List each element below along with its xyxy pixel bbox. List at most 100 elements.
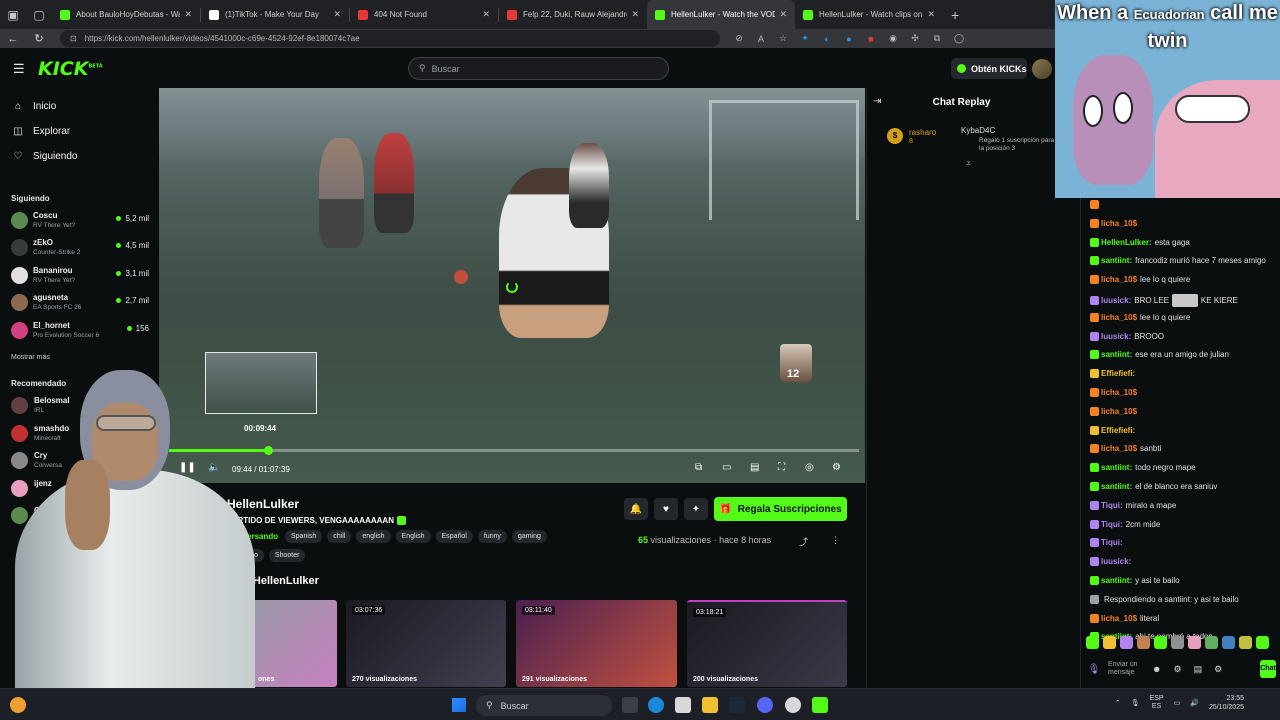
kick-app-icon[interactable] — [812, 697, 828, 713]
sidebar-item-siguiendo[interactable]: ♡ Siguiendo — [11, 151, 78, 162]
vod-card[interactable]: 03:11:40 291 visualizaciones — [516, 600, 677, 687]
settings-gear-icon[interactable]: ⚙ — [1214, 664, 1222, 675]
video-player[interactable]: 00:09:44 12 ❚❚ 🔈 09:44 / 01:07:39 ⧉ ▭ ▤ … — [159, 88, 865, 483]
show-more-link[interactable]: Mostrar más — [11, 354, 50, 361]
windows-start-icon[interactable] — [452, 698, 466, 712]
followed-channel[interactable]: Bananirou RV There Yet? 3,1 mil — [11, 264, 151, 288]
read-aloud-icon[interactable]: A — [750, 34, 772, 44]
fullscreen-icon[interactable]: ⛶ — [778, 462, 785, 473]
tab-list-icon[interactable]: ▢ — [26, 0, 52, 29]
close-tab-icon[interactable]: ✕ — [779, 9, 787, 20]
tag[interactable]: English — [395, 530, 431, 543]
emote-icon[interactable] — [1137, 636, 1150, 649]
chat-username[interactable]: santiint: — [1101, 482, 1132, 491]
share-icon[interactable]: ⤴ — [799, 535, 808, 548]
emote-icon[interactable] — [1188, 636, 1201, 649]
network-icon[interactable]: ▭ — [1174, 699, 1181, 707]
chat-username[interactable]: luusick: — [1101, 557, 1131, 566]
send-chat-button[interactable]: Chat — [1260, 660, 1276, 678]
chat-username[interactable]: santiint: — [1101, 463, 1132, 472]
emote-icon[interactable] — [1171, 636, 1184, 649]
emoji-icon[interactable]: ☻ — [1152, 664, 1161, 674]
file-explorer-icon[interactable] — [702, 697, 718, 713]
chat-username[interactable]: licha_10$ — [1101, 275, 1137, 284]
tag[interactable]: english — [356, 530, 391, 543]
close-tab-icon[interactable]: ✕ — [333, 9, 341, 20]
vod-card[interactable]: 03:07:36 270 visualizaciones — [346, 600, 506, 687]
more-options-icon[interactable]: ⋮ — [831, 535, 840, 546]
browser-tab[interactable]: 404 Not Found ✕ — [350, 0, 498, 29]
site-info-icon[interactable]: ⊡ — [70, 34, 77, 43]
input-language[interactable]: ESP ES — [1150, 695, 1164, 711]
chat-username[interactable]: licha_10$ — [1101, 388, 1137, 397]
expand-pinned-icon[interactable]: ⩡ — [966, 158, 971, 169]
task-view-icon[interactable] — [622, 697, 638, 713]
tag[interactable]: Shooter — [268, 549, 306, 562]
browser-tab[interactable]: HellenLulker - Watch clips on Ki ✕ — [795, 0, 943, 29]
close-tab-icon[interactable]: ✕ — [482, 9, 490, 20]
chat-username[interactable]: Tiqui: — [1101, 520, 1123, 529]
quality-icon[interactable]: ◎ — [805, 462, 814, 473]
followed-channel[interactable]: agusneta EA Sports FC 26 2,7 mil — [11, 291, 151, 315]
close-tab-icon[interactable]: ✕ — [927, 9, 935, 20]
browser-menu-icon[interactable]: ▣ — [0, 0, 26, 29]
chat-username[interactable]: licha_10$ — [1101, 407, 1137, 416]
chat-username[interactable]: santiint: — [1101, 256, 1132, 265]
profile-icon[interactable]: ◯ — [948, 33, 970, 44]
show-hidden-icons-icon[interactable]: ⌃ — [1115, 699, 1121, 707]
store-icon[interactable] — [675, 697, 691, 713]
chat-username[interactable]: HellenLulker: — [1101, 238, 1152, 247]
steam-icon[interactable] — [729, 697, 745, 713]
edge-browser-icon[interactable] — [648, 697, 664, 713]
collections-icon[interactable]: ⧉ — [926, 33, 948, 44]
followed-channel[interactable]: zEkO Counter-Strike 2 4,5 mil — [11, 236, 151, 260]
weather-icon[interactable] — [10, 697, 26, 713]
sidebar-item-explorar[interactable]: ◫ Explorar — [11, 126, 70, 137]
volume-tray-icon[interactable]: 🔊 — [1190, 699, 1199, 707]
settings-gear-icon[interactable]: ⚙ — [832, 462, 841, 473]
browser-tab[interactable]: Felp 22, Duki, Rauw Alejandro - S ✕ — [499, 0, 647, 29]
kick-logo[interactable]: KICKBETA — [38, 58, 103, 80]
search-input[interactable]: ⚲ Buscar — [408, 57, 669, 80]
follow-heart-button[interactable]: ♥ — [654, 498, 678, 520]
gift-subscriptions-button[interactable]: 🎁 Regala Suscripciones — [714, 497, 847, 521]
emote-icon[interactable] — [1239, 636, 1252, 649]
tag[interactable]: gaming — [511, 530, 547, 543]
clock[interactable]: 23:55 25/10/2025 — [1209, 694, 1244, 712]
emote-icon[interactable] — [1205, 636, 1218, 649]
chat-username[interactable]: luusick: — [1101, 296, 1131, 305]
chat-input[interactable]: 🎙 Enviar un mensaje ☻ ⚙ ▤ ⚙ Chat — [1086, 656, 1276, 682]
chat-username[interactable]: licha_10$ — [1101, 219, 1137, 228]
followed-channel[interactable]: El_hornet Pro Evolution Soccer 6 156 — [11, 319, 151, 343]
close-tab-icon[interactable]: ✕ — [184, 9, 192, 20]
chat-username[interactable]: Effiefiefi: — [1101, 426, 1135, 435]
video-progress-bar[interactable] — [169, 446, 859, 455]
tag[interactable]: Español — [435, 530, 473, 543]
notification-bell-button[interactable]: 🔔 — [624, 498, 648, 520]
browser-tab[interactable]: (1)TikTok - Make Your Day ✕ — [201, 0, 349, 29]
emote-icon[interactable] — [1154, 636, 1167, 649]
url-field[interactable]: ⊡ https://kick.com/hellenlulker/videos/4… — [60, 30, 720, 47]
settings-icon[interactable]: ⚙ — [1173, 664, 1181, 675]
tracking-prevention-icon[interactable]: ⊘ — [728, 33, 750, 44]
chat-username[interactable]: Effiefiefi: — [1101, 369, 1135, 378]
browser-tab-active[interactable]: HellenLulker - Watch the VOD o ✕ — [647, 0, 795, 29]
extension-icon[interactable]: ◉ — [882, 33, 904, 44]
extension-icon[interactable]: ✦ — [794, 33, 816, 44]
emote-icon[interactable] — [1103, 636, 1116, 649]
tag[interactable]: funny — [477, 530, 507, 543]
chrome-icon[interactable] — [785, 697, 801, 713]
chat-username[interactable]: santiint: — [1101, 350, 1132, 359]
extension-icon[interactable]: ◐ — [816, 34, 838, 44]
discord-icon[interactable] — [757, 697, 773, 713]
new-tab-icon[interactable]: + — [951, 7, 959, 23]
theater-icon[interactable]: ▭ — [722, 462, 731, 473]
tag[interactable]: chill — [327, 530, 352, 543]
chat-username[interactable]: licha_10$ — [1101, 444, 1137, 453]
emote-icon[interactable] — [1222, 636, 1235, 649]
extension-icon[interactable]: ● — [838, 34, 860, 44]
taskbar-search-input[interactable]: ⚲ Buscar — [476, 695, 612, 716]
microphone-icon[interactable]: 🎙 — [1086, 664, 1102, 675]
extension-icon[interactable]: ■ — [860, 34, 882, 44]
chat-username[interactable]: licha_10$ — [1101, 614, 1137, 623]
